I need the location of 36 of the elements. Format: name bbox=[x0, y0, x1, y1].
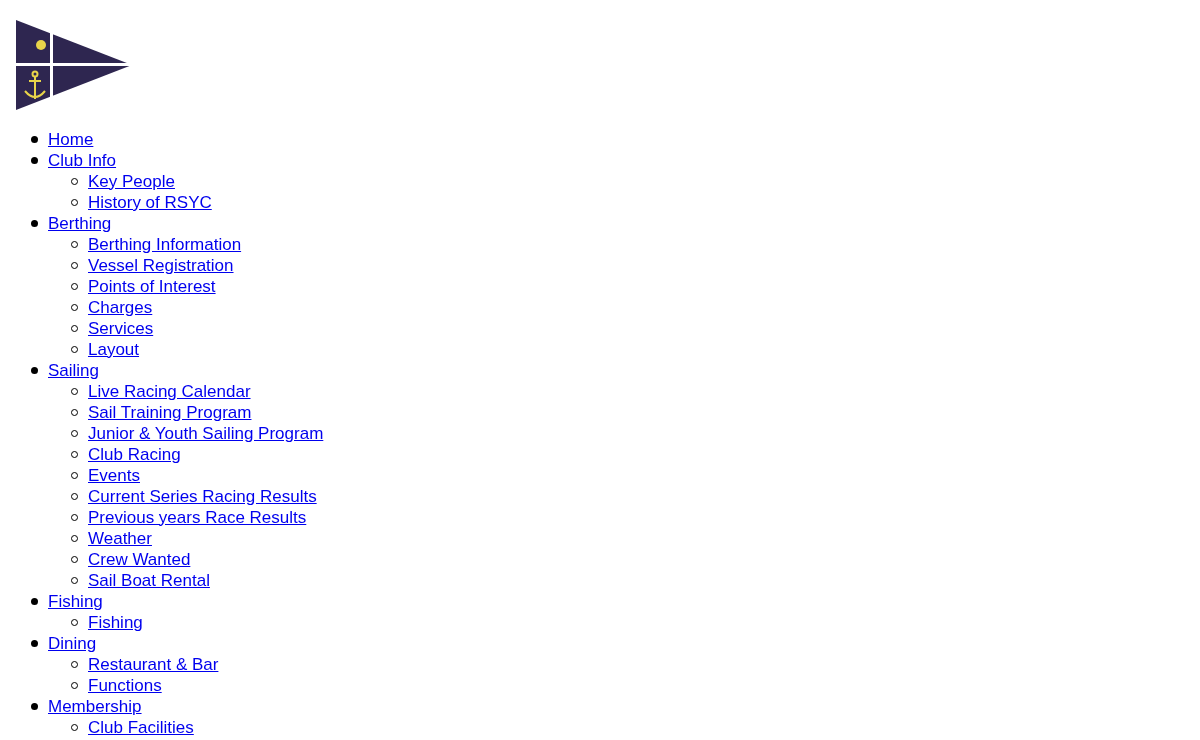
submenu-link[interactable]: Junior & Youth Sailing Program bbox=[88, 423, 324, 444]
bullet-icon bbox=[31, 220, 38, 227]
menu-link[interactable]: Dining bbox=[48, 633, 97, 654]
submenu-link[interactable]: Layout bbox=[88, 339, 140, 360]
submenu-link[interactable]: Restaurant & Bar bbox=[88, 654, 219, 675]
submenu-link[interactable]: Berthing Information bbox=[88, 234, 242, 255]
submenu-link[interactable]: Previous years Race Results bbox=[88, 507, 307, 528]
submenu-link[interactable]: Services bbox=[88, 318, 154, 339]
submenu-link[interactable]: Charges bbox=[88, 297, 153, 318]
bullet-icon bbox=[31, 367, 38, 374]
submenu-link[interactable]: Club Facilities bbox=[88, 717, 194, 738]
menu-link[interactable]: Club Info bbox=[48, 150, 117, 171]
submenu-link[interactable]: Vessel Registration bbox=[88, 255, 234, 276]
submenu-link[interactable]: Club Racing bbox=[88, 444, 181, 465]
bullet-icon bbox=[31, 703, 38, 710]
menu-link[interactable]: Membership bbox=[48, 696, 142, 717]
menu-link[interactable]: Berthing bbox=[48, 213, 112, 234]
submenu-link[interactable]: Current Series Racing Results bbox=[88, 486, 317, 507]
submenu-link[interactable]: Key People bbox=[88, 171, 175, 192]
submenu-link[interactable]: Sail Training Program bbox=[88, 402, 252, 423]
bullet-icon bbox=[31, 136, 38, 143]
bullet-icon bbox=[31, 640, 38, 647]
menu-link[interactable]: Fishing bbox=[48, 591, 103, 612]
submenu-link[interactable]: Sail Boat Rental bbox=[88, 570, 210, 591]
submenu-link[interactable]: Fishing bbox=[88, 612, 143, 633]
menu-link[interactable]: Sailing bbox=[48, 360, 100, 381]
menu-link[interactable]: Home bbox=[48, 129, 94, 150]
bullet-icon bbox=[31, 157, 38, 164]
submenu-link[interactable]: Points of Interest bbox=[88, 276, 216, 297]
submenu-link[interactable]: Crew Wanted bbox=[88, 549, 191, 570]
submenu-link[interactable]: History of RSYC bbox=[88, 192, 212, 213]
submenu-link[interactable]: Events bbox=[88, 465, 140, 486]
submenu-link[interactable]: Live Racing Calendar bbox=[88, 381, 251, 402]
submenu-link[interactable]: Functions bbox=[88, 675, 162, 696]
bullet-icon bbox=[31, 598, 38, 605]
submenu-link[interactable]: Weather bbox=[88, 528, 152, 549]
